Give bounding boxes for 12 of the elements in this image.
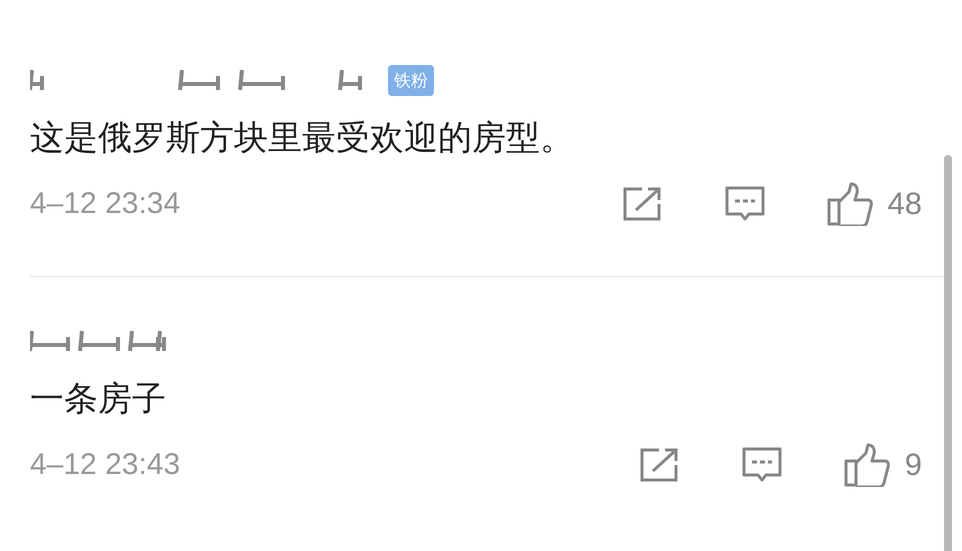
comment-icon[interactable] xyxy=(740,446,783,484)
scrollbar[interactable] xyxy=(944,155,952,551)
fan-badge: 铁粉 xyxy=(388,64,434,96)
comment-time: 4–12 23:34 xyxy=(30,187,180,221)
like-count: 48 xyxy=(888,186,922,222)
like-count: 9 xyxy=(904,447,922,483)
comment-icon[interactable] xyxy=(724,185,766,223)
comment-text: 这是俄罗斯方块里最受欢迎的房型。 xyxy=(30,117,575,160)
comment-text: 一条房子 xyxy=(30,378,167,421)
comment-time: 4–12 23:43 xyxy=(30,448,180,482)
thumbs-up-icon[interactable] xyxy=(842,443,891,487)
thumbs-up-icon[interactable] xyxy=(826,182,874,226)
